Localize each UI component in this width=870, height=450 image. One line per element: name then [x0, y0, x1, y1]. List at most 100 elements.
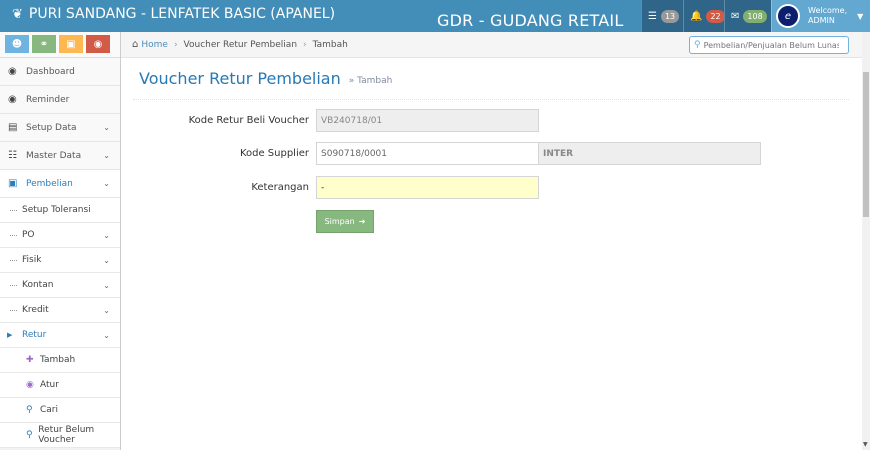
database-icon: ☷ — [8, 150, 17, 161]
breadcrumb-separator: › — [173, 39, 178, 50]
page-subtitle-text: Tambah — [357, 75, 393, 86]
sidebar-item-pembelian[interactable]: ▣ Pembelian ⌄ — [0, 170, 120, 198]
money-icon: ◉ — [93, 38, 103, 50]
messages-menu[interactable]: ✉ 108 — [724, 0, 771, 32]
basket-icon: ▣ — [8, 178, 18, 189]
chevron-down-icon: ⌄ — [103, 151, 110, 160]
caret-right-icon: ▶ — [7, 331, 13, 339]
page-header: Voucher Retur Pembelian » Tambah — [133, 58, 849, 100]
users-icon: ☻ — [11, 38, 23, 50]
shortcut-basket-button[interactable]: ▣ — [59, 35, 83, 53]
sidebar-subsub-label: Tambah — [40, 355, 76, 365]
notifications-menu[interactable]: 🔔 22 — [683, 0, 725, 32]
sidebar-item-master-data[interactable]: ☷ Master Data ⌄ — [0, 142, 120, 170]
sidebar-sub-po[interactable]: PO ⌄ — [0, 223, 120, 248]
sidebar-sub-retur[interactable]: ▶ Retur ⌄ — [0, 323, 120, 348]
chevron-down-icon: ⌄ — [103, 230, 110, 240]
messages-badge: 108 — [743, 9, 767, 23]
sidebar-retur-atur[interactable]: ◉ Atur — [0, 373, 120, 398]
sidebar-item-label: Reminder — [26, 94, 70, 105]
shortcut-users-button[interactable]: ☻ — [5, 35, 29, 53]
sidebar-item-setup-data[interactable]: ▤ Setup Data ⌄ — [0, 114, 120, 142]
kode-retur-field[interactable]: VB240718/01 — [316, 109, 539, 132]
breadcrumb-level1[interactable]: Voucher Retur Pembelian — [184, 40, 297, 50]
reminder-icon: ◉ — [8, 94, 17, 105]
sidebar-subsub-label: Cari — [40, 405, 58, 415]
page-subtitle: » Tambah — [348, 75, 393, 86]
sidebar-sub-fisik[interactable]: Fisik ⌄ — [0, 248, 120, 273]
tasks-badge: 13 — [660, 9, 680, 23]
brand-title: PURI SANDANG - LENFATEK BASIC (APANEL) — [28, 6, 336, 22]
sidebar-sub-label: Kredit — [22, 305, 49, 315]
breadcrumb-home-link[interactable]: Home — [141, 40, 168, 50]
tasks-icon: ☰ — [648, 10, 657, 22]
scroll-down-icon[interactable]: ▼ — [863, 441, 868, 448]
search-icon: ⚲ — [694, 40, 701, 50]
save-button[interactable]: Simpan ➜ — [316, 210, 374, 233]
sidebar-item-label: Pembelian — [26, 178, 73, 189]
breadcrumb-level2: Tambah — [312, 39, 348, 50]
supplier-name-field: INTER — [538, 142, 761, 165]
search-icon: ⚲ — [26, 430, 33, 440]
caret-down-icon: ▼ — [857, 11, 864, 21]
home-icon: ⌂ — [132, 39, 139, 50]
sidebar-item-reminder[interactable]: ◉ Reminder — [0, 86, 120, 114]
eye-icon: ◉ — [26, 380, 34, 390]
brand[interactable]: ❦ PURI SANDANG - LENFATEK BASIC (APANEL) — [12, 6, 335, 22]
search-icon: ⚲ — [26, 405, 33, 415]
page-title: Voucher Retur Pembelian — [139, 69, 341, 88]
chevron-down-icon: ⌄ — [103, 255, 110, 265]
keterangan-label: Keterangan — [251, 182, 309, 193]
share-icon: ⚭ — [39, 38, 49, 50]
chevron-down-icon: ⌄ — [103, 305, 110, 315]
envelope-icon: ✉ — [731, 10, 740, 22]
sidebar-sub-label: PO — [22, 230, 35, 240]
user-menu[interactable]: e Welcome, ADMIN ▼ — [771, 0, 870, 32]
sidebar-sub-label: Fisik — [22, 255, 42, 265]
shortcut-share-button[interactable]: ⚭ — [32, 35, 56, 53]
avatar: e — [776, 4, 800, 28]
keterangan-field[interactable]: - — [316, 176, 539, 199]
plus-icon: ✚ — [26, 355, 34, 365]
clipboard-icon: ▤ — [8, 122, 18, 133]
shortcut-money-button[interactable]: ◉ — [86, 35, 110, 53]
kode-supplier-label: Kode Supplier — [239, 148, 309, 159]
user-info: Welcome, ADMIN — [808, 6, 847, 26]
sidebar-sub-label: Setup Toleransi — [22, 205, 91, 215]
nav-search[interactable]: ⚲ — [689, 36, 849, 54]
sidebar-sub-kontan[interactable]: Kontan ⌄ — [0, 273, 120, 298]
sidebar-item-dashboard[interactable]: ◉ Dashboard — [0, 58, 120, 86]
sidebar-retur-cari[interactable]: ⚲ Cari — [0, 398, 120, 423]
sidebar-retur-belum-voucher[interactable]: ⚲ Retur Belum Voucher — [0, 423, 120, 448]
chevron-down-icon: ⌄ — [103, 179, 110, 188]
search-input[interactable] — [703, 40, 839, 50]
sidebar-item-label: Setup Data — [26, 122, 77, 133]
sidebar-sub-setup-toleransi[interactable]: Setup Toleransi — [0, 198, 120, 223]
sidebar-sub-label: Retur — [22, 330, 47, 340]
sidebar-subsub-label: Retur Belum Voucher — [38, 425, 95, 445]
chevron-down-icon: ⌄ — [103, 330, 110, 340]
sidebar-retur-tambah[interactable]: ✚ Tambah — [0, 348, 120, 373]
page-scrollbar[interactable]: ▼ — [862, 32, 870, 450]
arrow-right-icon: ➜ — [358, 217, 366, 226]
scrollbar-thumb[interactable] — [863, 72, 869, 217]
sidebar-item-label: Dashboard — [26, 66, 75, 77]
kode-retur-label: Kode Retur Beli Voucher — [188, 115, 309, 126]
chevron-down-icon: ⌄ — [103, 280, 110, 290]
tasks-menu[interactable]: ☰ 13 — [641, 0, 683, 32]
save-button-label: Simpan — [324, 217, 355, 226]
welcome-text: Welcome, — [808, 6, 848, 15]
chevron-down-icon: ⌄ — [103, 123, 110, 132]
sidebar-sub-kredit[interactable]: Kredit ⌄ — [0, 298, 120, 323]
sidebar-shortcuts: ☻ ⚭ ▣ ◉ — [0, 32, 120, 58]
sidebar-sub-label: Kontan — [22, 280, 54, 290]
user-name: ADMIN — [808, 16, 835, 25]
basket-icon: ▣ — [66, 38, 76, 50]
sidebar-item-label: Master Data — [26, 150, 82, 161]
leaf-icon: ❦ — [12, 6, 23, 22]
warehouse-title: GDR - GUDANG RETAIL — [437, 11, 624, 30]
kode-supplier-field[interactable]: S090718/0001 — [316, 142, 539, 165]
top-navbar: ❦ PURI SANDANG - LENFATEK BASIC (APANEL)… — [0, 0, 870, 32]
tachometer-icon: ◉ — [8, 66, 17, 77]
sidebar: ☻ ⚭ ▣ ◉ ◉ Dashboard ◉ Reminder ▤ Setup D… — [0, 32, 121, 450]
